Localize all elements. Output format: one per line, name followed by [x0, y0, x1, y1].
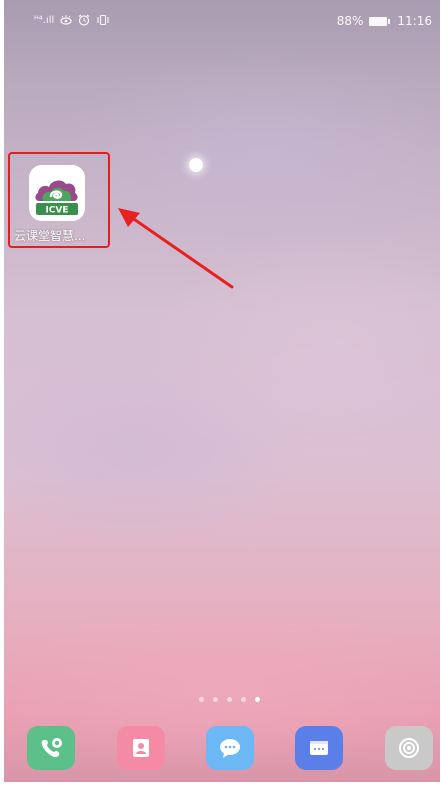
alarm-icon: [78, 14, 90, 26]
icve-logo-text: ICVE: [45, 206, 68, 216]
battery-icon: [369, 16, 391, 26]
clock: 11:16: [397, 14, 432, 28]
page-dot: [227, 697, 232, 702]
contacts-glyph: [133, 739, 149, 757]
messages-glyph: [220, 739, 240, 758]
status-bar: ᴴ⁴.ıll 88% 11:16: [4, 0, 440, 40]
contacts-icon[interactable]: [117, 726, 165, 770]
page-dot-active: [255, 697, 260, 702]
app-label: 云课堂智慧...: [14, 229, 86, 243]
status-icons-right: 88% 11:16: [337, 14, 432, 28]
page-dot: [241, 697, 246, 702]
camera-glyph: [399, 738, 419, 758]
icve-app-icon[interactable]: ICVE: [29, 165, 85, 221]
signal-icon: ᴴ⁴.ıll: [34, 14, 55, 26]
home-screen: ᴴ⁴.ıll 88% 11:16 ICVE 云课堂智慧...: [4, 0, 440, 782]
annotation-arrow: [118, 208, 234, 289]
browser-icon[interactable]: [295, 726, 343, 770]
page-dot: [199, 697, 204, 702]
vibrate-icon: [97, 14, 109, 26]
page-indicator: [199, 697, 260, 702]
browser-glyph: [310, 741, 328, 755]
messages-icon[interactable]: [206, 726, 254, 770]
status-icons-left: ᴴ⁴.ıll: [34, 14, 110, 26]
page-dot: [213, 697, 218, 702]
phone-glyph: [41, 738, 62, 758]
dock: [4, 726, 440, 770]
eye-comfort-icon: [60, 15, 72, 25]
battery-percent: 88%: [336, 14, 364, 28]
wallpaper-moon: [189, 158, 203, 172]
phone-icon[interactable]: [27, 726, 75, 770]
icve-logo: ICVE: [29, 165, 85, 221]
app-shortcut-icve[interactable]: ICVE 云课堂智慧...: [8, 152, 110, 248]
camera-icon[interactable]: [385, 726, 433, 770]
